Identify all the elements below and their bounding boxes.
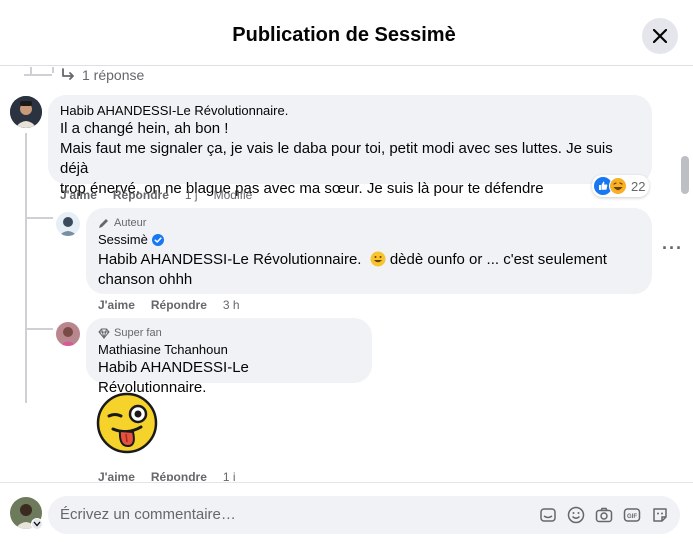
thread-line	[25, 133, 27, 403]
view-replies-link[interactable]: 1 réponse	[60, 67, 144, 83]
verified-icon	[151, 234, 164, 246]
avatar[interactable]	[10, 96, 42, 128]
like-action[interactable]: J'aime	[98, 470, 135, 481]
comment-actions: J'aime Répondre 3 h	[98, 298, 240, 312]
comment-actions: J'aime Répondre 1 j Modifié	[60, 188, 252, 202]
close-icon	[653, 29, 667, 43]
reply-action[interactable]: Répondre	[113, 188, 169, 202]
comment-time[interactable]: 3 h	[223, 298, 240, 312]
camera-icon	[595, 507, 613, 523]
close-button[interactable]	[642, 18, 678, 54]
tongue-wink-sticker	[96, 392, 158, 454]
mention-link[interactable]: Habib AHANDESSI-Le Révolutionnaire.	[98, 359, 249, 396]
comment-author[interactable]: Sessimè	[98, 232, 640, 248]
reactions-summary[interactable]: 22	[592, 175, 650, 197]
comment-author[interactable]: Habib AHANDESSI-Le Révolutionnaire.	[60, 103, 640, 119]
comment-text-line: Il a changé hein, ah bon !	[60, 120, 229, 137]
comment-time[interactable]: 1 j	[223, 470, 236, 481]
thread-line	[24, 74, 52, 76]
comment-bubble: Auteur Sessimè Habib AHANDESSI-Le Révolu…	[86, 208, 652, 294]
emoji-button[interactable]	[566, 505, 586, 525]
mention-link[interactable]: Habib AHANDESSI-Le Révolutionnaire.	[98, 251, 361, 268]
author-badge: Auteur	[98, 216, 640, 230]
more-options-button[interactable]: ···	[662, 238, 683, 259]
comments-feed[interactable]: 1 réponse Habib AHANDESSI-Le Révolutionn…	[0, 67, 693, 481]
reply-action[interactable]: Répondre	[151, 470, 207, 481]
svg-text:GIF: GIF	[627, 514, 637, 520]
comment-text-rest: dèdè ounfo or ... c'est seulement	[389, 251, 607, 268]
photo-button[interactable]	[594, 505, 614, 525]
comment-bubble: Habib AHANDESSI-Le Révolutionnaire. Il a…	[48, 95, 652, 197]
thread-line	[25, 217, 53, 219]
diamond-icon	[98, 328, 110, 339]
comment-composer: Écrivez un commentaire… GIF	[0, 482, 693, 542]
thread-line	[52, 67, 54, 73]
author-name[interactable]: Sessimè	[98, 232, 148, 248]
reaction-count: 22	[631, 178, 646, 194]
avatar[interactable]	[56, 322, 80, 346]
avatar-sticker-icon	[653, 508, 667, 522]
comment-text-line: Mais faut me signaler ça, je vais le dab…	[60, 140, 613, 177]
comment-actions: J'aime Répondre 1 j	[98, 470, 236, 481]
comment-time[interactable]: 1 j	[185, 188, 198, 202]
sticker-button[interactable]	[538, 505, 558, 525]
sticker-icon	[540, 508, 556, 522]
comment-bubble: Super fan Mathiasine Tchanhoun Habib AHA…	[86, 318, 372, 396]
like-action[interactable]: J'aime	[98, 298, 135, 312]
scrollbar-thumb[interactable]	[681, 156, 689, 194]
comment-text-line: chanson ohhh	[98, 271, 193, 288]
avatar-dropdown[interactable]	[31, 518, 43, 530]
edited-label: Modifié	[213, 188, 253, 202]
emoji-icon	[567, 506, 585, 524]
dialog-title: Publication de Sessimè	[232, 24, 456, 46]
comment-input[interactable]: Écrivez un commentaire… GIF	[48, 496, 680, 534]
superfan-badge: Super fan	[98, 326, 360, 340]
replies-count: 1 réponse	[82, 67, 145, 83]
comment-input-placeholder: Écrivez un commentaire…	[60, 506, 236, 523]
badge-label: Auteur	[114, 217, 147, 229]
reply-action[interactable]: Répondre	[151, 298, 207, 312]
gif-icon: GIF	[623, 508, 641, 522]
gif-button[interactable]: GIF	[622, 505, 642, 525]
comment-author[interactable]: Mathiasine Tchanhoun	[98, 342, 360, 358]
comment-text: Habib AHANDESSI-Le Révolutionnaire. dèdè…	[98, 250, 640, 270]
like-action[interactable]: J'aime	[60, 188, 97, 202]
reply-arrow-icon	[62, 68, 74, 80]
grin-emoji-icon	[370, 251, 386, 267]
avatar[interactable]	[56, 212, 80, 236]
pencil-icon	[99, 219, 108, 228]
thread-line	[25, 328, 53, 330]
chevron-down-icon	[33, 521, 41, 527]
avatar-sticker-button[interactable]	[650, 505, 670, 525]
laugh-reaction-icon	[609, 177, 627, 195]
badge-label: Super fan	[114, 327, 162, 339]
dialog-header: Publication de Sessimè	[0, 0, 693, 66]
